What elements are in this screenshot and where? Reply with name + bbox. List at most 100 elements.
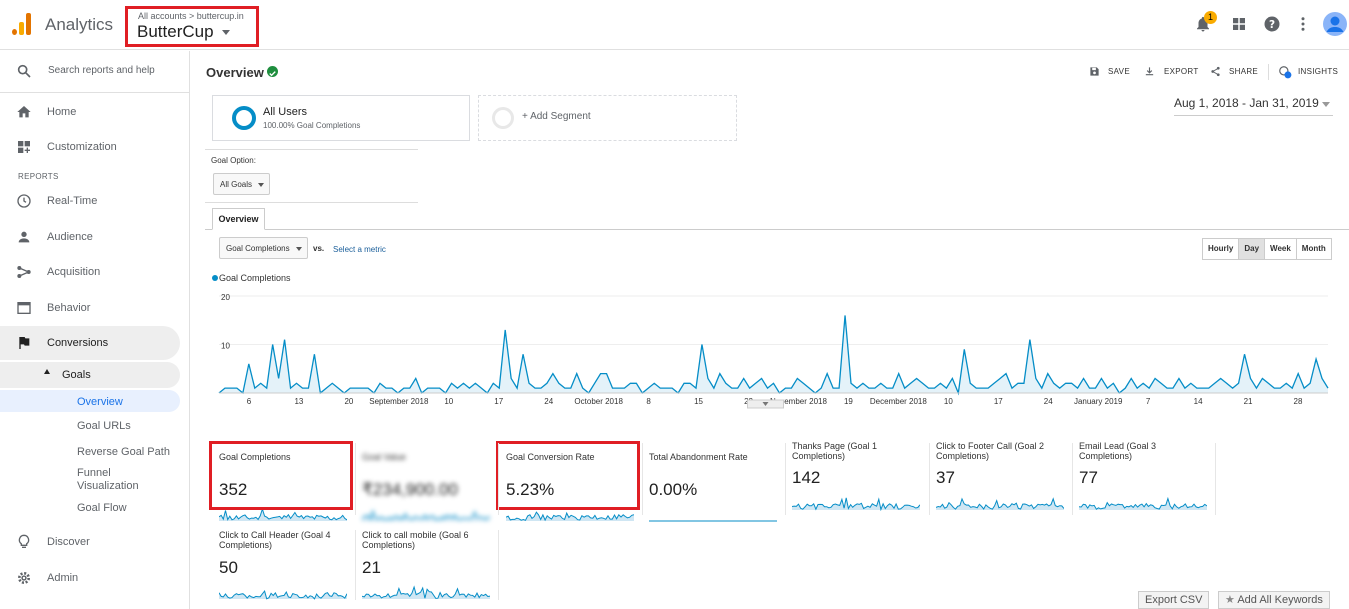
sidebar-item-realtime[interactable]: Real-Time xyxy=(0,184,180,218)
metric-select[interactable]: Goal Completions xyxy=(219,237,308,259)
sidebar-item-label: Home xyxy=(47,106,77,118)
metric-tile[interactable]: Click to Call Header (Goal 4 Completions… xyxy=(219,530,357,600)
notification-badge: 1 xyxy=(1204,11,1217,24)
export-button[interactable]: EXPORT xyxy=(1164,67,1199,76)
granularity-month[interactable]: Month xyxy=(1297,239,1331,259)
export-csv-button[interactable]: Export CSV xyxy=(1138,591,1210,609)
goal-option-select[interactable]: All Goals xyxy=(213,173,270,195)
sidebar-item-acquisition[interactable]: Acquisition xyxy=(0,255,180,289)
metric-label: Click to Footer Call (Goal 2 Completions… xyxy=(936,441,1045,461)
sidebar-item-discover[interactable]: Discover xyxy=(0,525,180,559)
sidebar-item-goal-flow[interactable]: Goal Flow xyxy=(0,502,180,518)
metric-divider xyxy=(1215,443,1216,515)
segment-all-users[interactable]: All Users 100.00% Goal Completions xyxy=(212,95,470,141)
metric-value: ₹234,900.00 xyxy=(362,480,458,499)
metric-label: Email Lead (Goal 3 Completions) xyxy=(1079,441,1157,461)
granularity-day[interactable]: Day xyxy=(1239,239,1266,259)
metric-sparkline xyxy=(362,585,490,599)
flag-icon xyxy=(19,337,30,349)
svg-text:?: ? xyxy=(1269,19,1275,31)
share-button[interactable]: SHARE xyxy=(1229,67,1258,76)
metric-tile[interactable]: Click to call mobile (Goal 6 Completions… xyxy=(362,530,500,600)
x-tick-label: 17 xyxy=(494,397,503,406)
metric-divider xyxy=(355,443,356,515)
x-tick-label: December 2018 xyxy=(870,397,927,406)
metric-sparkline xyxy=(219,590,347,600)
sidebar-item-goal-urls[interactable]: Goal URLs xyxy=(0,420,180,436)
add-segment-button[interactable]: + Add Segment xyxy=(478,95,737,141)
granularity-switcher: Hourly Day Week Month xyxy=(1202,238,1332,260)
insights-button[interactable]: INSIGHTS xyxy=(1298,67,1338,76)
metric-tile[interactable]: Email Lead (Goal 3 Completions) 77 xyxy=(1079,441,1217,511)
metric-value: 77 xyxy=(1079,468,1098,487)
tab-overview[interactable]: Overview xyxy=(212,208,265,230)
metric-label: Thanks Page (Goal 1 Completions) xyxy=(792,441,878,461)
x-tick-label: 7 xyxy=(1146,397,1151,406)
sidebar-item-home[interactable]: Home xyxy=(0,95,180,129)
metric-tile[interactable]: Thanks Page (Goal 1 Completions) 142 xyxy=(792,441,930,511)
metric-divider xyxy=(355,530,356,600)
add-segment-label: + Add Segment xyxy=(522,111,591,122)
search-input[interactable]: Search reports and help xyxy=(48,65,155,76)
sidebar-item-reverse-goal-path[interactable]: Reverse Goal Path xyxy=(0,446,180,462)
analytics-logo-icon[interactable] xyxy=(12,13,32,35)
tab-underline xyxy=(205,229,1349,230)
metric-tile[interactable]: Goal Value ₹234,900.00 xyxy=(362,452,500,522)
sidebar-item-label: Conversions xyxy=(47,337,109,349)
metric-select-value: Goal Completions xyxy=(226,244,290,253)
x-tick-label: 24 xyxy=(544,397,553,406)
metric-sparkline xyxy=(1079,496,1207,510)
sidebar-item-funnel-visualization[interactable]: Funnel Visualization xyxy=(0,467,180,495)
caret-down-icon xyxy=(1322,102,1330,107)
account-selector[interactable]: All accounts > buttercup.in ButterCup xyxy=(125,6,259,47)
sidebar-item-conversions[interactable]: Conversions xyxy=(0,326,180,360)
app-name: Analytics xyxy=(45,15,114,34)
sidebar-item-goals[interactable]: Goals xyxy=(0,362,180,388)
goal-option-label: Goal Option: xyxy=(211,156,256,165)
caret-down-icon xyxy=(222,30,230,35)
granularity-hourly[interactable]: Hourly xyxy=(1203,239,1240,259)
metric-divider xyxy=(929,443,930,515)
x-tick-label: January 2019 xyxy=(1074,397,1123,406)
gear-icon xyxy=(18,572,30,584)
metric-sparkline xyxy=(362,509,490,521)
search-row[interactable]: Search reports and help xyxy=(0,51,190,93)
sidebar-item-behavior[interactable]: Behavior xyxy=(0,291,180,325)
report-main: Overview SAVE EXPORT SHARE INSIGHTS All … xyxy=(191,51,1349,609)
sidebar-item-label: Real-Time xyxy=(47,195,98,207)
date-range-picker[interactable]: Aug 1, 2018 - Jan 31, 2019 xyxy=(1174,96,1333,116)
segment-placeholder-icon xyxy=(492,107,514,129)
save-button[interactable]: SAVE xyxy=(1108,67,1130,76)
more-vert-icon[interactable] xyxy=(1294,15,1312,33)
metric-tile[interactable]: Total Abandonment Rate 0.00% xyxy=(649,452,787,522)
x-tick-label: 10 xyxy=(944,397,953,406)
metric-tile[interactable]: Click to Footer Call (Goal 2 Completions… xyxy=(936,441,1074,511)
divider xyxy=(205,149,418,150)
highlight-box xyxy=(209,441,353,510)
sidebar-item-label: Goals xyxy=(62,369,91,381)
select-metric-link[interactable]: Select a metric xyxy=(333,245,386,254)
add-all-keywords-button[interactable]: ★ Add All Keywords xyxy=(1218,591,1330,609)
metric-value: 50 xyxy=(219,558,238,577)
metric-label: Total Abandonment Rate xyxy=(649,452,748,462)
apps-grid-icon[interactable] xyxy=(1230,15,1248,33)
sidebar-item-audience[interactable]: Audience xyxy=(0,220,180,254)
help-icon[interactable]: ? xyxy=(1263,15,1281,33)
x-tick-label: 14 xyxy=(1194,397,1203,406)
metric-sparkline xyxy=(649,520,777,522)
chart-legend: Goal Completions xyxy=(212,273,291,283)
sidebar-item-goal-overview[interactable]: Overview xyxy=(0,390,180,412)
metric-divider xyxy=(785,443,786,515)
granularity-week[interactable]: Week xyxy=(1265,239,1297,259)
account-breadcrumb: All accounts > buttercup.in xyxy=(138,11,244,21)
sidebar: Search reports and help Home Customizati… xyxy=(0,51,190,609)
legend-label: Goal Completions xyxy=(219,273,291,283)
x-tick-label: 6 xyxy=(247,397,252,406)
sidebar-item-label: Funnel Visualization xyxy=(77,467,139,492)
sidebar-item-customization[interactable]: Customization xyxy=(0,130,180,164)
sidebar-item-admin[interactable]: Admin xyxy=(0,561,180,595)
export-csv-label: Export CSV xyxy=(1145,594,1203,606)
goal-completions-chart: 20 10 6 13 20 September 2018 10 17 24 October 201… xyxy=(218,293,1329,409)
avatar[interactable] xyxy=(1323,12,1347,36)
top-bar: Analytics All accounts > buttercup.in Bu… xyxy=(0,0,1349,50)
